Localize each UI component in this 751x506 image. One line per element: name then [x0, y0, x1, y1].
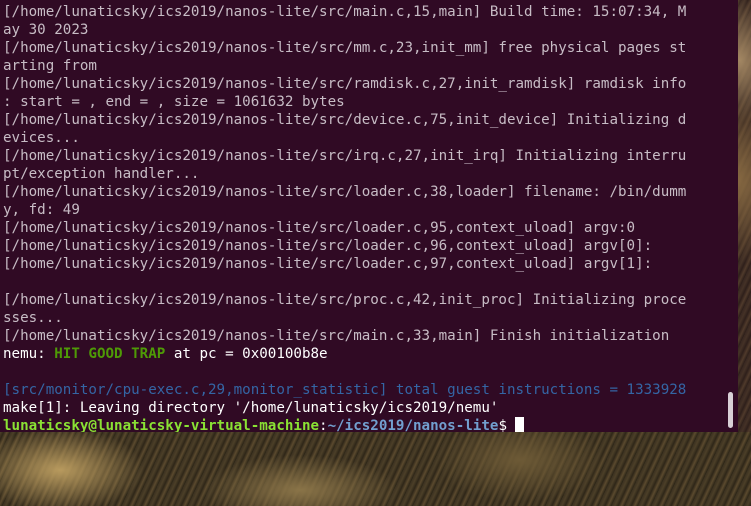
- scrollbar-thumb[interactable]: [728, 392, 733, 428]
- terminal-window[interactable]: [/home/lunaticsky/ics2019/nanos-lite/src…: [0, 0, 738, 432]
- prompt-symbol: $: [498, 418, 507, 432]
- log-line: [/home/lunaticsky/ics2019/nanos-lite/src…: [3, 238, 653, 254]
- log-line: [/home/lunaticsky/ics2019/nanos-lite/src…: [3, 184, 687, 200]
- log-line: ay 30 2023: [3, 22, 89, 38]
- trap-prefix: nemu:: [3, 346, 55, 362]
- log-line: [/home/lunaticsky/ics2019/nanos-lite/src…: [3, 328, 670, 344]
- scrollbar-track[interactable]: [738, 0, 751, 432]
- hit-good-trap-text: HIT GOOD TRAP: [54, 346, 166, 362]
- log-line: [/home/lunaticsky/ics2019/nanos-lite/src…: [3, 112, 687, 128]
- statistic-line: [src/monitor/cpu-exec.c,29,monitor_stati…: [3, 382, 687, 398]
- log-line: [/home/lunaticsky/ics2019/nanos-lite/src…: [3, 148, 687, 164]
- log-line: pt/exception handler...: [3, 166, 200, 182]
- shell-prompt[interactable]: lunaticsky@lunaticsky-virtual-machine:~/…: [3, 417, 686, 432]
- log-line: [/home/lunaticsky/ics2019/nanos-lite/src…: [3, 256, 653, 272]
- trap-suffix: at pc = 0x00100b8e: [165, 346, 328, 362]
- log-line: : start = , end = , size = 1061632 bytes: [3, 94, 345, 110]
- trap-line: nemu: HIT GOOD TRAP at pc = 0x00100b8e: [3, 345, 686, 363]
- prompt-path: ~/ics2019/nanos-lite: [327, 418, 499, 432]
- log-line: [/home/lunaticsky/ics2019/nanos-lite/src…: [3, 4, 687, 20]
- log-line: sses...: [3, 310, 63, 326]
- prompt-user-host: lunaticsky@lunaticsky-virtual-machine: [3, 418, 320, 432]
- log-line: evices...: [3, 130, 80, 146]
- log-line: [/home/lunaticsky/ics2019/nanos-lite/src…: [3, 76, 687, 92]
- make-line: make[1]: Leaving directory '/home/lunati…: [3, 400, 499, 416]
- log-line: y, fd: 49: [3, 202, 80, 218]
- text-cursor: [514, 417, 524, 432]
- log-line: [/home/lunaticsky/ics2019/nanos-lite/src…: [3, 40, 687, 56]
- log-line: [/home/lunaticsky/ics2019/nanos-lite/src…: [3, 220, 636, 236]
- log-line: [/home/lunaticsky/ics2019/nanos-lite/src…: [3, 292, 687, 308]
- terminal-output: [/home/lunaticsky/ics2019/nanos-lite/src…: [3, 3, 686, 432]
- log-line: arting from: [3, 58, 97, 74]
- prompt-separator: :: [319, 418, 328, 432]
